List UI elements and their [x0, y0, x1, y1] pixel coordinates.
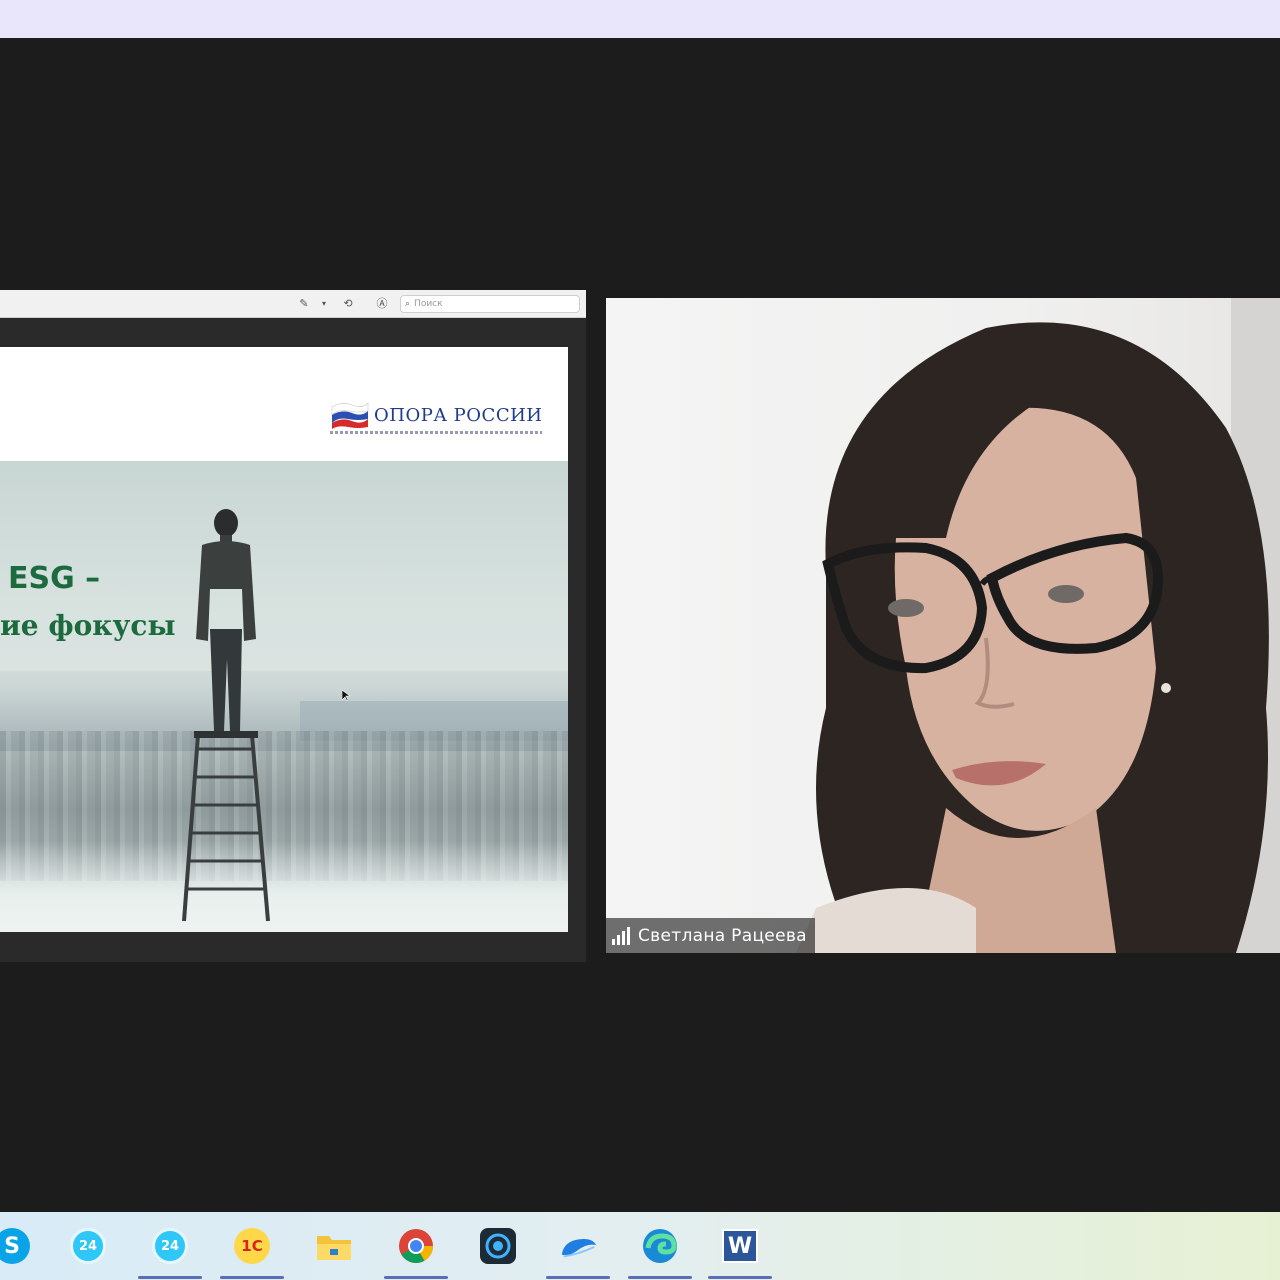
- meeting-window: ✎ ▾ ⟲ Ⓐ ⌕ Поиск ОПОРА РОССИИ ESG – ие фо…: [0, 0, 1280, 1280]
- 1c-icon[interactable]: 1С: [232, 1226, 272, 1266]
- participant-image: [796, 322, 1269, 953]
- presentation-slide: ОПОРА РОССИИ ESG – ие фокусы: [0, 347, 568, 932]
- file-explorer-icon[interactable]: [314, 1226, 354, 1266]
- taskbar-active-indicator: [384, 1276, 448, 1279]
- taskbar-active-indicator: [628, 1276, 692, 1279]
- participant-video[interactable]: Светлана Рацеева: [606, 298, 1280, 953]
- bitrix24-icon-2[interactable]: 24: [150, 1226, 190, 1266]
- slide-header: ОПОРА РОССИИ: [0, 347, 568, 461]
- window-top-bar: [0, 0, 1280, 38]
- word-icon[interactable]: W: [720, 1226, 760, 1266]
- bitrix24-glyph-2: 24: [152, 1228, 188, 1264]
- rotate-icon[interactable]: ⟲: [340, 296, 356, 312]
- logo-text: ОПОРА РОССИИ: [374, 405, 543, 426]
- edge-logo: [643, 1229, 677, 1263]
- skype-icon[interactable]: S: [0, 1226, 32, 1266]
- 1c-glyph: 1С: [234, 1228, 270, 1264]
- shared-screen[interactable]: ✎ ▾ ⟲ Ⓐ ⌕ Поиск ОПОРА РОССИИ ESG – ие фо…: [0, 290, 586, 962]
- participant-name-tag: Светлана Рацеева: [606, 918, 815, 953]
- camera-app-icon[interactable]: [478, 1226, 518, 1266]
- bitrix24-glyph: 24: [70, 1228, 106, 1264]
- search-placeholder: Поиск: [414, 299, 443, 309]
- flag-icon: [331, 402, 369, 429]
- mouse-cursor-icon: [342, 690, 350, 702]
- taskbar-active-indicator: [220, 1276, 284, 1279]
- cloud-logo: [561, 1238, 597, 1258]
- pen-icon[interactable]: ✎: [296, 296, 312, 312]
- markup-icon[interactable]: Ⓐ: [374, 296, 390, 312]
- viewer-toolbar: ✎ ▾ ⟲ Ⓐ ⌕ Поиск: [0, 290, 586, 318]
- folder-icon: [317, 1236, 351, 1260]
- clouds: [0, 841, 568, 932]
- slide-title-line2: ие фокусы: [0, 609, 176, 642]
- search-input[interactable]: ⌕ Поиск: [400, 295, 580, 313]
- taskbar-active-indicator: [546, 1276, 610, 1279]
- man-on-ladder-image: [182, 509, 270, 922]
- search-icon: ⌕: [405, 299, 411, 309]
- word-glyph: W: [722, 1229, 758, 1263]
- edge-icon[interactable]: [640, 1226, 680, 1266]
- bitrix24-icon[interactable]: 24: [68, 1226, 108, 1266]
- connection-signal-icon: [612, 926, 630, 945]
- slide-background-image: ESG – ие фокусы: [0, 461, 568, 932]
- chevron-down-icon[interactable]: ▾: [316, 296, 332, 312]
- taskbar-active-indicator: [708, 1276, 772, 1279]
- cloud-app-icon[interactable]: [558, 1226, 598, 1266]
- participant-name: Светлана Рацеева: [638, 925, 807, 946]
- windows-taskbar: S 24 24 1С W: [0, 1212, 1280, 1280]
- taskbar-active-indicator: [138, 1276, 202, 1279]
- skype-glyph: S: [0, 1228, 30, 1264]
- chrome-icon[interactable]: [396, 1226, 436, 1266]
- camera-logo: [480, 1228, 516, 1264]
- opora-logo: ОПОРА РОССИИ: [330, 397, 545, 437]
- logo-subtitle: [330, 431, 542, 434]
- slide-title-line1: ESG –: [8, 561, 101, 596]
- chrome-logo: [399, 1229, 433, 1263]
